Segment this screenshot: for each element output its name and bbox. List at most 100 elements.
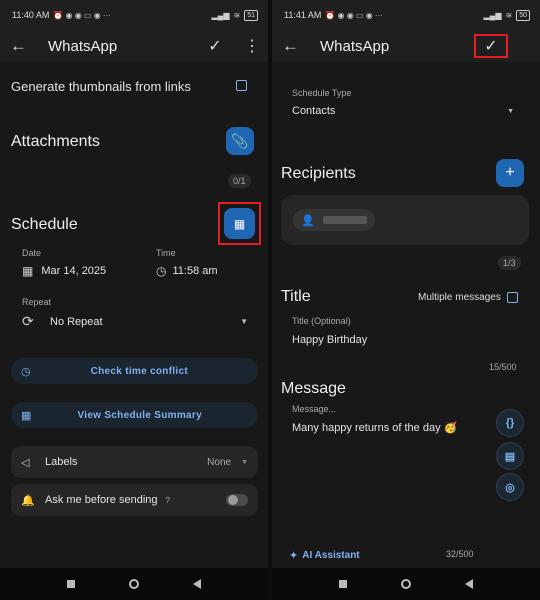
bell-icon: 🔔	[21, 494, 35, 507]
calendar-small-icon: ▦	[22, 264, 34, 278]
wifi-icon: ≋	[505, 10, 513, 20]
location-button[interactable]: ◎	[496, 473, 524, 501]
status-bar: 11:41 AM ⏰ ◉ ◉ ▭ ◉ ··· ▂▄▆ ≋ 50	[272, 0, 540, 30]
title-section-title: Title	[281, 288, 311, 305]
schedule-title: Schedule	[11, 216, 78, 233]
battery-icon: 50	[516, 9, 530, 21]
ask-before-sending-label: Ask me before sending	[45, 494, 158, 506]
recents-icon[interactable]	[339, 580, 347, 588]
app-title: WhatsApp	[320, 37, 390, 55]
dropdown-caret-icon: ▼	[240, 317, 248, 326]
message-section-title: Message	[281, 380, 346, 397]
clock-icon: ◷	[156, 264, 167, 278]
time-value: 11:58 am	[172, 265, 218, 277]
view-schedule-summary-label: View Schedule Summary	[77, 409, 202, 421]
labels-value: None	[207, 456, 232, 468]
recipients-title: Recipients	[281, 165, 356, 182]
schedule-type-label: Schedule Type	[292, 88, 352, 98]
help-icon[interactable]: ?	[166, 496, 226, 505]
ask-before-sending-row: 🔔 Ask me before sending ?	[11, 484, 258, 516]
back-nav-icon[interactable]	[193, 579, 201, 589]
title-field-label: Title (Optional)	[292, 316, 351, 326]
calendar-highlight: ▦	[218, 202, 261, 245]
label-tag-icon: ◁	[21, 456, 30, 469]
recipients-count: 1/3	[498, 256, 521, 270]
message-input[interactable]: Many happy returns of the day 🥳	[292, 421, 492, 434]
back-nav-icon[interactable]	[465, 579, 473, 589]
recipients-card: 👤	[281, 195, 529, 245]
app-bar: ← WhatsApp ✓ ⋮	[0, 30, 268, 62]
recipient-name-redacted	[322, 216, 367, 224]
recents-icon[interactable]	[67, 580, 75, 588]
home-icon[interactable]	[129, 579, 139, 589]
attachments-count: 0/1	[228, 174, 251, 188]
calendar-icon: ▦	[233, 216, 246, 231]
status-time: 11:40 AM	[12, 10, 50, 20]
add-recipient-button[interactable]: +	[496, 159, 524, 187]
dropdown-caret-icon: ▼	[507, 107, 514, 115]
template-icon: ▤	[504, 450, 516, 463]
signal-icon: ▂▄▆	[211, 10, 230, 20]
labels-row[interactable]: ◁ Labels None ▼	[11, 446, 258, 478]
signal-icon: ▂▄▆	[483, 10, 502, 20]
title-input[interactable]: Happy Birthday	[292, 334, 522, 346]
template-button[interactable]: ▤	[496, 442, 524, 470]
attachments-title: Attachments	[11, 133, 100, 150]
right-screen: 11:41 AM ⏰ ◉ ◉ ▭ ◉ ··· ▂▄▆ ≋ 50 ← WhatsA…	[272, 0, 540, 600]
plus-icon: +	[505, 164, 515, 181]
notification-icons: ⏰ ◉ ◉ ▭ ◉ ···	[325, 10, 383, 20]
message-field-label: Message...	[292, 404, 337, 414]
variables-braces-button[interactable]: {}	[496, 409, 524, 437]
message-count: 32/500	[446, 549, 474, 559]
ask-before-sending-toggle[interactable]	[226, 494, 248, 506]
person-icon: 👤	[301, 214, 315, 227]
nav-bar	[272, 568, 540, 600]
check-time-conflict-button[interactable]: ◷ Check time conflict	[11, 358, 258, 384]
status-bar: 11:40 AM ⏰ ◉ ◉ ▭ ◉ ··· ▂▄▆ ≋ 51	[0, 0, 268, 30]
magic-wand-icon: ✦	[289, 550, 299, 562]
title-count: 15/500	[489, 362, 517, 372]
recipient-chip[interactable]: 👤	[293, 209, 375, 231]
time-field[interactable]: ◷ 11:58 am	[156, 264, 218, 278]
location-pin-icon: ◎	[505, 481, 515, 494]
notification-icons: ⏰ ◉ ◉ ▭ ◉ ···	[53, 10, 111, 20]
repeat-value: No Repeat	[50, 315, 103, 328]
app-bar: ← WhatsApp ✓	[272, 30, 540, 62]
save-check-icon[interactable]: ✓	[198, 34, 232, 58]
multiple-messages-label: Multiple messages	[418, 292, 501, 303]
back-arrow-icon[interactable]: ←	[282, 36, 312, 56]
ai-assistant-label: AI Assistant	[302, 550, 360, 561]
battery-icon: 51	[244, 9, 258, 21]
date-field[interactable]: ▦ Mar 14, 2025	[22, 264, 106, 278]
repeat-dropdown[interactable]: ⟳ No Repeat ▼	[22, 313, 248, 330]
date-label: Date	[22, 248, 42, 258]
check-time-conflict-label: Check time conflict	[90, 365, 188, 377]
labels-label: Labels	[45, 456, 78, 468]
view-schedule-summary-button[interactable]: ▦ View Schedule Summary	[11, 402, 258, 428]
back-arrow-icon[interactable]: ←	[10, 36, 40, 56]
save-check-icon[interactable]: ✓	[474, 34, 508, 58]
repeat-label: Repeat	[22, 297, 52, 307]
app-title: WhatsApp	[48, 37, 118, 55]
calendar-button[interactable]: ▦	[224, 208, 255, 239]
dropdown-caret-icon: ▼	[241, 458, 248, 466]
multiple-messages-checkbox[interactable]	[506, 292, 518, 303]
date-value: Mar 14, 2025	[41, 265, 107, 277]
time-label: Time	[156, 248, 176, 258]
nav-bar	[0, 568, 268, 600]
ai-assistant-button[interactable]: ✦ AI Assistant	[289, 549, 360, 562]
calendar-small-icon: ▦	[21, 409, 32, 422]
braces-icon: {}	[505, 417, 515, 429]
home-icon[interactable]	[401, 579, 411, 589]
attach-button[interactable]: 📎	[226, 127, 254, 155]
multiple-messages-row: Multiple messages	[418, 292, 518, 303]
thumbnails-label: Generate thumbnails from links	[11, 79, 191, 94]
schedule-type-value: Contacts	[292, 105, 336, 117]
more-options-icon[interactable]: ⋮	[244, 36, 260, 56]
schedule-type-dropdown[interactable]: Contacts ▼	[292, 105, 514, 117]
left-screen: 11:40 AM ⏰ ◉ ◉ ▭ ◉ ··· ▂▄▆ ≋ 51 ← WhatsA…	[0, 0, 268, 600]
paperclip-icon: 📎	[231, 132, 249, 149]
thumbnails-checkbox[interactable]	[236, 80, 247, 91]
status-time: 11:41 AM	[284, 10, 322, 20]
repeat-icon: ⟳	[22, 313, 34, 329]
